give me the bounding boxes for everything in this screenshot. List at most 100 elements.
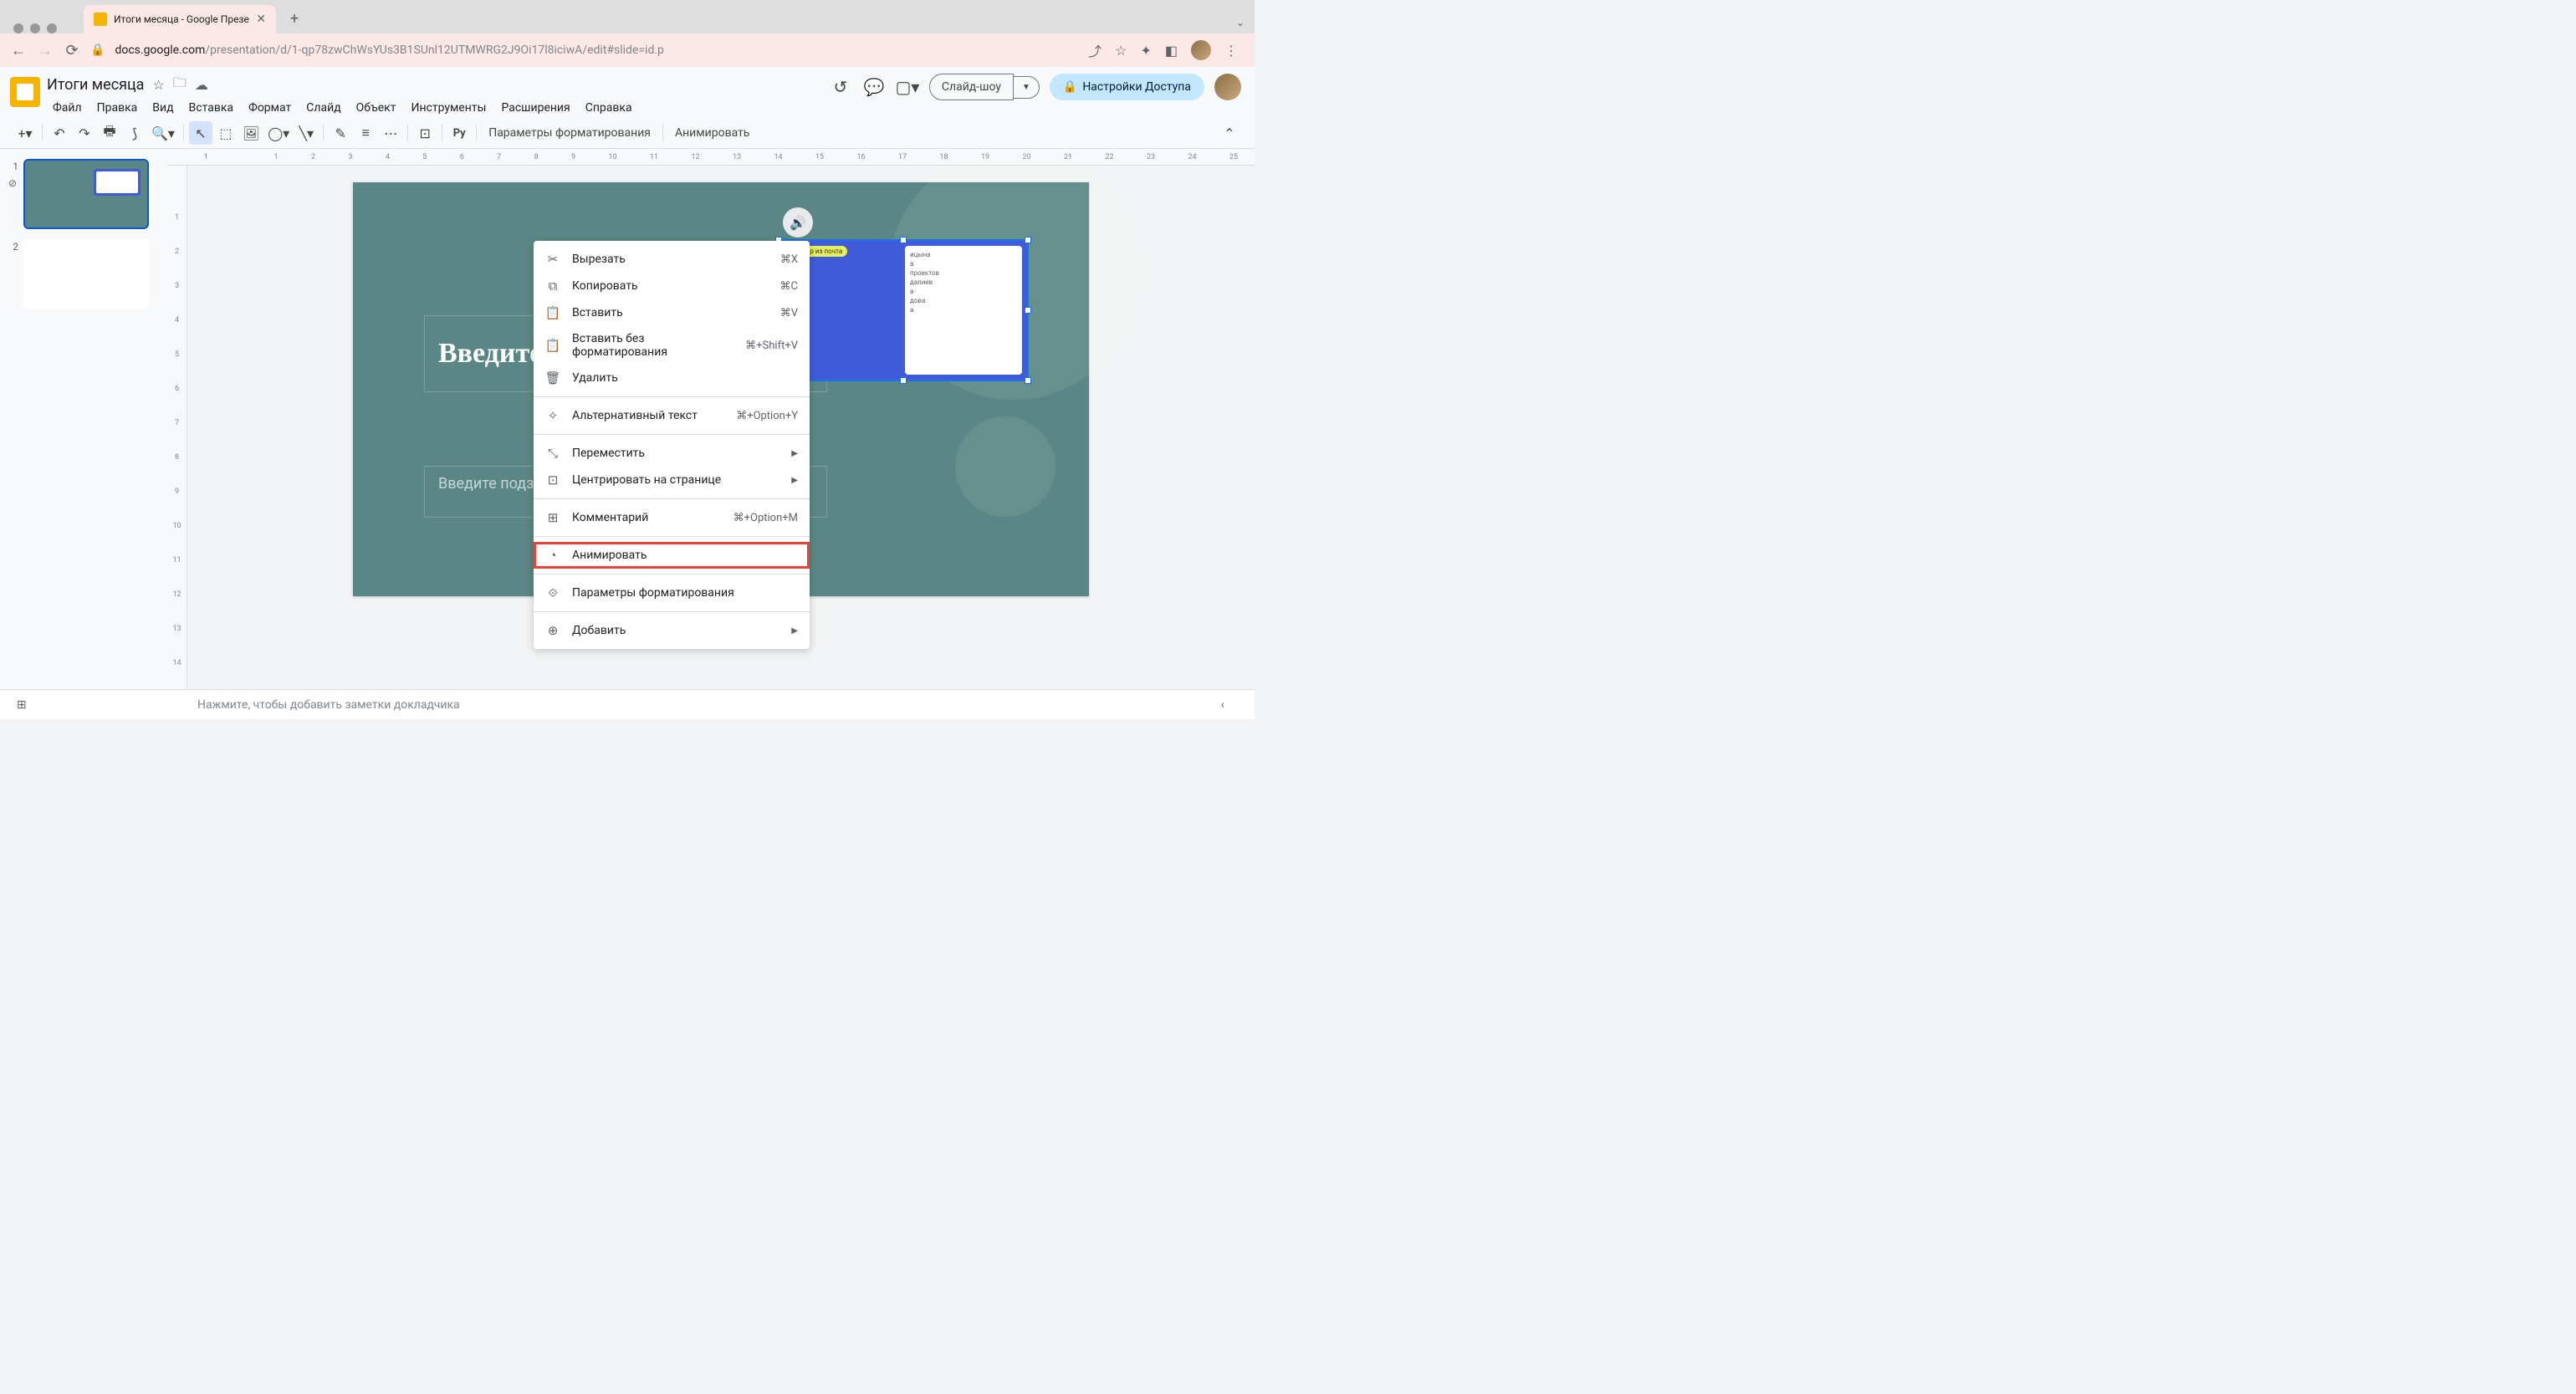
resize-handle[interactable] — [900, 237, 907, 243]
cut-icon: ✂ — [545, 252, 560, 267]
collapse-toolbar-icon[interactable]: ⌃ — [1218, 121, 1241, 145]
chevron-right-icon: ▶ — [791, 449, 798, 458]
crop-tool[interactable]: ⊡ — [413, 121, 437, 145]
menu-edit[interactable]: Правка — [91, 98, 144, 118]
slides-logo-icon[interactable] — [10, 77, 40, 107]
ruler-vertical: 1234567891011121314 — [167, 166, 187, 689]
ctx-item-paste[interactable]: 📋Вставить⌘V — [534, 299, 810, 326]
pen-color-tool[interactable]: ✎ — [329, 121, 352, 145]
menu-slide[interactable]: Слайд — [300, 98, 346, 118]
ctx-item-add[interactable]: ⊕Добавить▶ — [534, 617, 810, 644]
meet-icon[interactable]: ▢▾ — [896, 75, 919, 99]
border-dash-tool[interactable]: ⋯ — [379, 121, 402, 145]
speaker-notes[interactable]: ⊞ Нажмите, чтобы добавить заметки доклад… — [0, 689, 1255, 719]
menu-file[interactable]: Файл — [47, 98, 88, 118]
back-button[interactable]: ← — [10, 42, 27, 59]
forward-button[interactable]: → — [37, 42, 54, 59]
py-button[interactable]: Py — [447, 121, 471, 145]
ctx-item-animate[interactable]: ◔Анимировать — [534, 542, 810, 569]
line-tool[interactable]: ╲▾ — [294, 121, 318, 145]
slide-number: 2 — [7, 239, 18, 309]
canvas-wrap[interactable]: 🔊 Введите заголово Введите подзаголовок … — [187, 166, 1255, 689]
selected-object[interactable]: оффер из почта ицынаапроектовдалиевадова… — [778, 239, 1029, 381]
resize-handle[interactable] — [900, 377, 907, 384]
ctx-item-center[interactable]: ⊡Центрировать на странице▶ — [534, 467, 810, 493]
menu-view[interactable]: Вид — [146, 98, 179, 118]
ctx-item-delete[interactable]: 🗑Удалить — [534, 365, 810, 391]
ctx-item-comment[interactable]: ⊞Комментарий⌘+Option+M — [534, 504, 810, 531]
select-tool[interactable]: ↖ — [189, 121, 212, 145]
menu-insert[interactable]: Вставка — [183, 98, 239, 118]
browser-profile-avatar[interactable] — [1191, 40, 1211, 60]
browser-chrome: Итоги месяца - Google Презе ✕ + ⌄ ← → ⟳ … — [0, 0, 1255, 67]
lock-icon: 🔒 — [1063, 80, 1077, 94]
textbox-tool[interactable]: ⬚ — [214, 121, 238, 145]
share-button[interactable]: 🔒 Настройки Доступа — [1050, 74, 1204, 100]
sound-icon[interactable]: 🔊 — [783, 207, 813, 237]
ctx-item-cut[interactable]: ✂Вырезать⌘X — [534, 246, 810, 273]
move-icon: ⤡ — [545, 446, 560, 461]
format-options-button[interactable]: Параметры форматирования — [482, 126, 657, 140]
close-window-icon[interactable] — [13, 23, 23, 33]
cloud-status-icon[interactable]: ☁ — [195, 77, 208, 93]
menu-extensions[interactable]: Расширения — [495, 98, 575, 118]
menu-format[interactable]: Формат — [243, 98, 297, 118]
explore-icon[interactable]: ⊞ — [17, 698, 27, 712]
window-controls — [7, 13, 67, 33]
minimize-window-icon[interactable] — [30, 23, 40, 33]
animate-icon: ◔ — [545, 548, 560, 563]
lock-icon[interactable]: 🔒 — [90, 43, 105, 57]
redo-button[interactable]: ↷ — [73, 121, 96, 145]
chevron-right-icon: ▶ — [791, 476, 798, 485]
url-field[interactable]: docs.google.com/presentation/d/1-qp78zwC… — [115, 43, 1078, 57]
print-button[interactable]: 🖶 — [98, 121, 121, 145]
extensions-icon[interactable]: ✦ — [1140, 43, 1151, 59]
history-icon[interactable]: ↺ — [829, 75, 852, 99]
add-icon: ⊕ — [545, 623, 560, 638]
maximize-window-icon[interactable] — [47, 23, 57, 33]
resize-handle[interactable] — [1025, 237, 1031, 243]
menu-object[interactable]: Объект — [350, 98, 402, 118]
new-tab-button[interactable]: + — [283, 7, 306, 30]
slide-thumbnail-2[interactable] — [23, 239, 149, 309]
resize-handle[interactable] — [1025, 307, 1031, 314]
ctx-item-alt-text[interactable]: ✧Альтернативный текст⌘+Option+Y — [534, 402, 810, 429]
new-slide-button[interactable]: +▾ — [13, 121, 37, 145]
comment-icon: ⊞ — [545, 510, 560, 525]
move-folder-icon[interactable]: 🗀 — [173, 74, 187, 96]
animate-button[interactable]: Анимировать — [668, 126, 756, 140]
star-icon[interactable]: ☆ — [152, 77, 164, 93]
ctx-item-copy[interactable]: ⧉Копировать⌘C — [534, 273, 810, 299]
bookmark-icon[interactable]: ☆ — [1115, 43, 1127, 59]
tab-close-icon[interactable]: ✕ — [256, 13, 266, 26]
reload-button[interactable]: ⟳ — [64, 42, 80, 59]
tabs-overflow-icon[interactable]: ⌄ — [1236, 17, 1245, 33]
ctx-item-format[interactable]: ⟐Параметры форматирования — [534, 580, 810, 606]
slideshow-button[interactable]: Слайд-шоу ▼ — [929, 74, 1040, 100]
browser-tab[interactable]: Итоги месяца - Google Презе ✕ — [84, 5, 276, 33]
comments-icon[interactable]: 💬 — [862, 75, 886, 99]
share-page-icon[interactable]: ⤴ — [1088, 40, 1101, 60]
panel-icon[interactable]: ◧ — [1165, 43, 1178, 59]
image-tool[interactable]: 🖼 — [239, 121, 263, 145]
border-weight-tool[interactable]: ≡ — [354, 121, 377, 145]
paint-format-button[interactable]: ⟆ — [123, 121, 146, 145]
slide-number: 1 — [7, 159, 18, 172]
zoom-button[interactable]: 🔍▾ — [148, 121, 178, 145]
ctx-item-paste-special[interactable]: 📋Вставить без форматирования⌘+Shift+V — [534, 326, 810, 365]
browser-menu-icon[interactable]: ⋮ — [1224, 43, 1238, 59]
resize-handle[interactable] — [1025, 377, 1031, 384]
slide-thumbnail-1[interactable] — [23, 159, 149, 229]
ctx-item-move[interactable]: ⤡Переместить▶ — [534, 440, 810, 467]
slideshow-dropdown-icon[interactable]: ▼ — [1014, 76, 1040, 99]
menu-help[interactable]: Справка — [580, 98, 638, 118]
document-title[interactable]: Итоги месяца — [47, 76, 144, 94]
ruler-horizontal: 1123456789101112131415161718192021222324… — [167, 149, 1255, 166]
menu-bar: Файл Правка Вид Вставка Формат Слайд Объ… — [47, 98, 822, 118]
menu-tools[interactable]: Инструменты — [405, 98, 492, 118]
main-area: 1 ⊘ 2 1123456789101112131415161718192021… — [0, 149, 1255, 689]
shape-tool[interactable]: ◯▾ — [264, 121, 293, 145]
undo-button[interactable]: ↶ — [48, 121, 71, 145]
chevron-left-icon[interactable]: ‹ — [1221, 698, 1224, 712]
account-avatar[interactable] — [1214, 74, 1241, 100]
